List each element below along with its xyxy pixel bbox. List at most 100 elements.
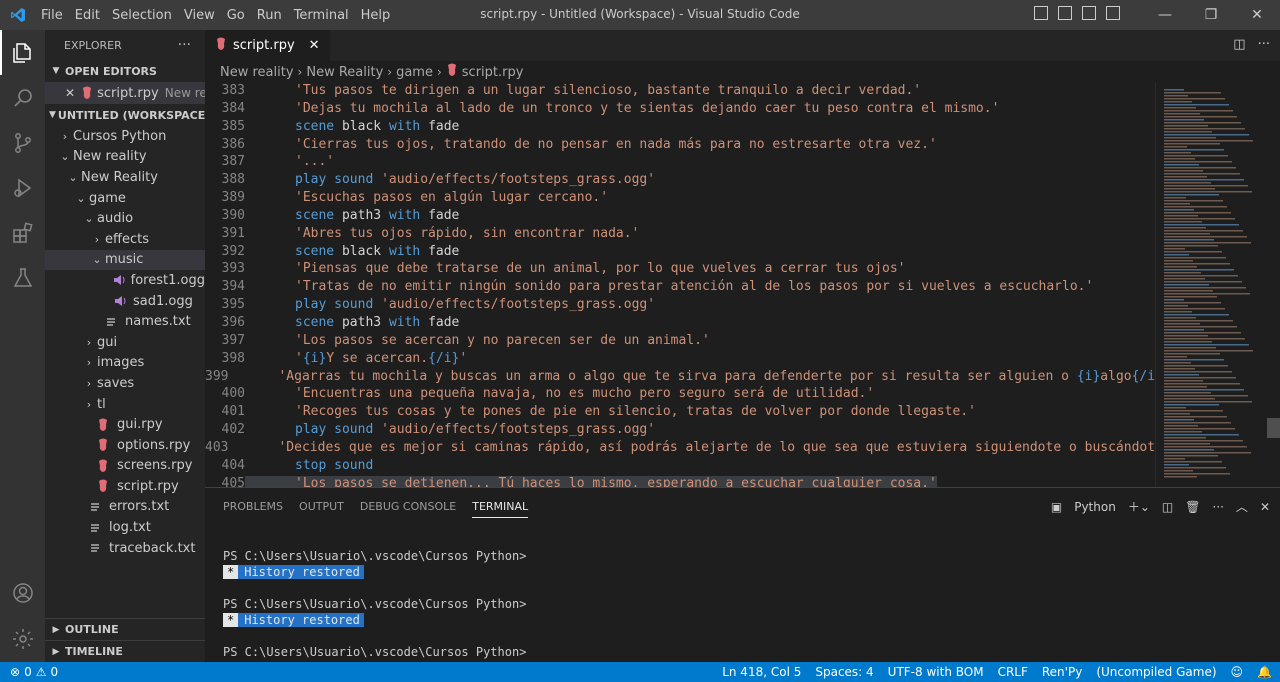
tree-item[interactable]: › images [45, 353, 205, 374]
tree-item[interactable]: traceback.txt [45, 538, 205, 559]
outline-section[interactable]: ▶ OUTLINE [45, 618, 205, 640]
close-panel-icon[interactable]: ✕ [1260, 500, 1270, 514]
accounts-icon[interactable] [0, 570, 45, 615]
menu-item-help[interactable]: Help [355, 8, 397, 23]
encoding[interactable]: UTF-8 with BOM [888, 665, 984, 679]
scrollbar-thumb[interactable] [1267, 418, 1280, 438]
toggle-secondary-sidebar-icon[interactable] [1082, 6, 1096, 20]
menu-item-run[interactable]: Run [251, 8, 288, 23]
tree-item[interactable]: log.txt [45, 517, 205, 538]
minimize-icon[interactable]: — [1142, 0, 1188, 30]
search-icon[interactable] [0, 75, 45, 120]
code-line[interactable]: 405 'Los pasos se detienen... Tú haces lo… [205, 475, 1155, 487]
code-line[interactable]: 396 scene path3 with fade [205, 315, 1155, 333]
minimap[interactable] [1155, 83, 1267, 487]
workspace-section[interactable]: ▼ UNTITLED (WORKSPACE) [45, 104, 205, 126]
code-line[interactable]: 404 stop sound [205, 458, 1155, 476]
tree-item[interactable]: sad1.ogg [45, 291, 205, 312]
code-line[interactable]: 391 'Abres tus ojos rápido, sin encontrar… [205, 226, 1155, 244]
code-line[interactable]: 386 'Cierras tus ojos, tratando de no pen… [205, 137, 1155, 155]
restore-icon[interactable]: ❐ [1188, 0, 1234, 30]
menu-item-edit[interactable]: Edit [69, 8, 106, 23]
trash-icon[interactable]: 🗑 [1185, 500, 1200, 514]
menu-item-selection[interactable]: Selection [106, 8, 178, 23]
more-actions-icon[interactable]: ··· [1212, 500, 1223, 514]
code-line[interactable]: 393 'Piensas que debe tratarse de un anim… [205, 261, 1155, 279]
tree-item[interactable]: errors.txt [45, 497, 205, 518]
toggle-panel-icon[interactable] [1058, 6, 1072, 20]
code-editor[interactable]: 383 'Tus pasos te dirigen a un lugar sile… [205, 83, 1155, 487]
extensions-icon[interactable] [0, 210, 45, 255]
menu-item-view[interactable]: View [178, 8, 221, 23]
close-icon[interactable]: ✕ [65, 86, 75, 100]
source-control-icon[interactable] [0, 120, 45, 165]
tree-item[interactable]: ⌄ music [45, 249, 205, 271]
code-line[interactable]: 398 '{i}Y se acercan.{/i}' [205, 351, 1155, 369]
code-line[interactable]: 403 'Decides que es mejor si caminas rápi… [205, 440, 1155, 458]
indentation[interactable]: Spaces: 4 [815, 665, 873, 679]
menu-item-file[interactable]: File [35, 8, 69, 23]
run-debug-icon[interactable] [0, 165, 45, 210]
tree-item[interactable]: ⌄ game [45, 188, 205, 209]
breadcrumb-item[interactable]: New reality [220, 65, 294, 80]
code-line[interactable]: 390 scene path3 with fade [205, 208, 1155, 226]
code-line[interactable]: 401 'Recoges tus cosas y te pones de pie … [205, 404, 1155, 422]
renpy-status[interactable]: (Uncompiled Game) [1096, 665, 1216, 679]
code-line[interactable]: 402 play sound 'audio/effects/footsteps_g… [205, 422, 1155, 440]
tree-item[interactable]: ⌄ New Reality [45, 167, 205, 188]
tree-item[interactable]: › gui [45, 332, 205, 353]
testing-icon[interactable] [0, 255, 45, 300]
tree-item[interactable]: forest1.ogg [45, 270, 205, 291]
editor-scrollbar[interactable] [1267, 83, 1280, 487]
terminal-shell-label[interactable]: Python [1074, 500, 1116, 514]
code-line[interactable]: 400 'Encuentras una pequeña navaja, no es… [205, 386, 1155, 404]
code-line[interactable]: 394 'Tratas de no emitir ningún sonido pa… [205, 279, 1155, 297]
tree-item[interactable]: ⌄ New reality [45, 147, 205, 168]
toggle-sidebar-icon[interactable] [1034, 6, 1048, 20]
tree-item[interactable]: script.rpy [45, 476, 205, 497]
maximize-panel-icon[interactable]: ︿ [1236, 498, 1248, 515]
code-line[interactable]: 389 'Escuchas pasos en algún lugar cercan… [205, 190, 1155, 208]
split-editor-icon[interactable]: ◫ [1233, 37, 1245, 52]
code-line[interactable]: 384 'Dejas tu mochila al lado de un tronc… [205, 101, 1155, 119]
tree-item[interactable]: › tl [45, 394, 205, 415]
breadcrumb-item[interactable]: script.rpy [462, 65, 524, 80]
manage-gear-icon[interactable] [0, 616, 45, 661]
terminal-output[interactable]: PS C:\Users\Usuario\.vscode\Cursos Pytho… [205, 524, 1280, 661]
feedback-icon[interactable]: ☺ [1231, 665, 1244, 679]
panel-tab-problems[interactable]: PROBLEMS [215, 488, 291, 524]
code-line[interactable]: 399 'Agarras tu mochila y buscas un arma … [205, 369, 1155, 387]
status-problems[interactable]: ⊗ 0 ⚠ 0 [0, 665, 58, 679]
panel-tab-output[interactable]: OUTPUT [291, 488, 352, 524]
more-actions-icon[interactable]: ··· [178, 37, 191, 53]
customize-layout-icon[interactable] [1106, 6, 1120, 20]
open-editors-section[interactable]: ▼ OPEN EDITORS [45, 60, 205, 82]
language-mode[interactable]: Ren'Py [1042, 665, 1082, 679]
tree-item[interactable]: › saves [45, 373, 205, 394]
close-window-icon[interactable]: ✕ [1234, 0, 1280, 30]
timeline-section[interactable]: ▶ TIMELINE [45, 640, 205, 662]
menu-item-terminal[interactable]: Terminal [288, 8, 355, 23]
notifications-bell-icon[interactable]: 🔔 [1257, 665, 1272, 679]
panel-tab-debug-console[interactable]: DEBUG CONSOLE [352, 488, 464, 524]
tab-script-rpy[interactable]: script.rpy ✕ [205, 30, 330, 61]
breadcrumb-item[interactable]: New Reality [306, 65, 383, 80]
open-editor-item[interactable]: ✕ script.rpy New re... [45, 82, 205, 104]
new-terminal-icon[interactable]: ＋⌄ [1128, 498, 1150, 515]
panel-tab-terminal[interactable]: TERMINAL [464, 488, 536, 524]
code-line[interactable]: 395 play sound 'audio/effects/footsteps_g… [205, 297, 1155, 315]
code-line[interactable]: 387 '...' [205, 154, 1155, 172]
explorer-icon[interactable] [0, 30, 45, 75]
tree-item[interactable]: ⌄ audio [45, 208, 205, 229]
close-tab-icon[interactable]: ✕ [309, 38, 320, 53]
code-line[interactable]: 392 scene black with fade [205, 244, 1155, 262]
code-line[interactable]: 388 play sound 'audio/effects/footsteps_g… [205, 172, 1155, 190]
cursor-position[interactable]: Ln 418, Col 5 [722, 665, 801, 679]
end-of-line[interactable]: CRLF [998, 665, 1028, 679]
tree-item[interactable]: › effects [45, 229, 205, 250]
code-line[interactable]: 397 'Los pasos se acercan y no parecen se… [205, 333, 1155, 351]
tree-item[interactable]: screens.rpy [45, 456, 205, 477]
code-line[interactable]: 383 'Tus pasos te dirigen a un lugar sile… [205, 83, 1155, 101]
tree-item[interactable]: › Cursos Python [45, 126, 205, 147]
tree-item[interactable]: options.rpy [45, 435, 205, 456]
